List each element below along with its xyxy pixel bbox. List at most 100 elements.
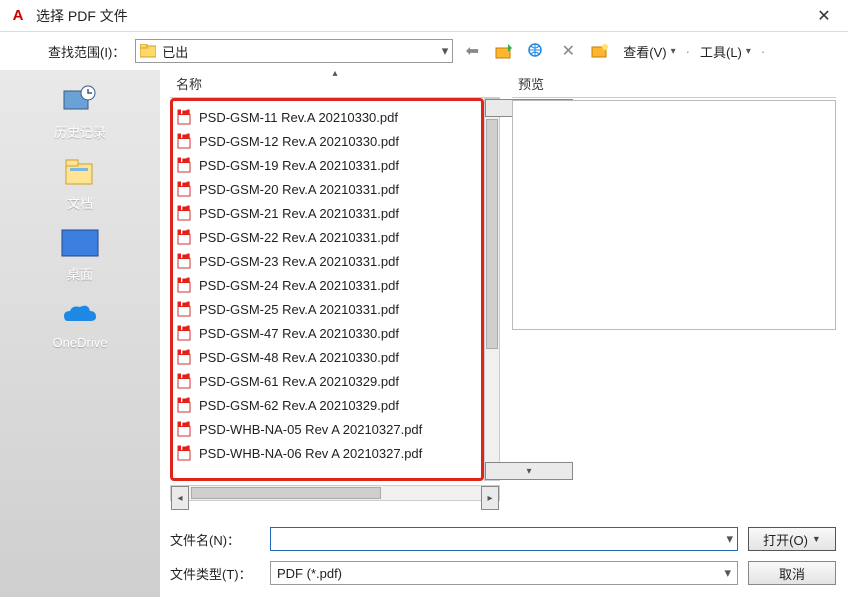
filetype-label: 文件类型(T)： (170, 564, 260, 583)
close-button[interactable]: ✕ (804, 2, 844, 30)
file-row[interactable]: PDFPSD-GSM-22 Rev.A 20210331.pdf (177, 225, 479, 249)
svg-text:PDF: PDF (180, 229, 193, 237)
svg-text:PDF: PDF (180, 181, 193, 189)
file-row[interactable]: PDFPSD-GSM-62 Rev.A 20210329.pdf (177, 393, 479, 417)
pdf-file-icon: PDF (177, 181, 193, 197)
column-header-preview-label: 预览 (518, 74, 544, 93)
preview-column: 预览 (512, 70, 836, 501)
file-name: PSD-GSM-21 Rev.A 20210331.pdf (199, 206, 399, 221)
view-menu-label: 查看(V) (623, 42, 666, 61)
sidebar-item-history[interactable]: 历史记录 (0, 84, 160, 141)
open-button[interactable]: 打开(O) ▼ (748, 527, 836, 551)
sidebar-item-documents[interactable]: 文档 (0, 155, 160, 212)
open-button-label: 打开(O) (763, 530, 808, 549)
tools-menu-button[interactable]: 工具(L) ▾ (696, 39, 755, 63)
filename-row: 文件名(N)： ▾ 打开(O) ▼ (170, 527, 836, 551)
documents-icon (59, 155, 101, 189)
new-folder-button[interactable] (587, 39, 613, 63)
file-row[interactable]: PDF PSD-GSM-21 Rev.A 20210331.pdf (177, 201, 479, 225)
column-header-preview: 预览 (512, 70, 836, 98)
pdf-file-icon: PDF (177, 253, 193, 269)
file-name: PSD-GSM-24 Rev.A 20210331.pdf (199, 278, 399, 293)
scroll-right-button[interactable]: ▸ (481, 486, 499, 510)
view-menu-button[interactable]: 查看(V) ▾ (619, 39, 679, 63)
sidebar-item-label: OneDrive (53, 335, 108, 350)
x-icon: ✕ (562, 41, 575, 61)
file-row[interactable]: PDF PSD-GSM-47 Rev.A 20210330.pdf (177, 321, 479, 345)
chevron-down-icon: ▾ (746, 46, 751, 57)
svg-text:PDF: PDF (180, 373, 193, 381)
scroll-thumb[interactable] (486, 119, 498, 349)
svg-text:PDF: PDF (180, 109, 193, 117)
svg-text:PDF: PDF (180, 277, 193, 285)
scroll-track[interactable] (485, 117, 499, 462)
dialog-body: 历史记录 文档 桌面 OneDrive (0, 70, 848, 597)
cancel-button[interactable]: 取消 (748, 561, 836, 585)
filetype-select[interactable]: PDF (*.pdf) ▾ (270, 561, 738, 585)
folder-icon (140, 44, 156, 58)
pdf-file-icon: PDF (177, 373, 193, 389)
file-name: PSD-GSM-12 Rev.A 20210330.pdf (199, 134, 399, 149)
bottom-fields: 文件名(N)： ▾ 打开(O) ▼ 文件类型(T)： PDF (*.pdf) ▾ (170, 527, 836, 585)
pdf-file-icon: PDF (177, 397, 193, 413)
pdf-file-icon: PDF (177, 445, 193, 461)
history-icon (59, 84, 101, 118)
back-button[interactable]: ⬅ (459, 39, 485, 63)
file-row[interactable]: PDF PSD-GSM-24 Rev.A 20210331.pdf (177, 273, 479, 297)
column-header-name[interactable]: ▴ 名称 (170, 70, 500, 98)
chevron-down-icon: ▼ (812, 534, 821, 544)
file-row[interactable]: PDFPSD-WHB-NA-05 Rev A 20210327.pdf (177, 417, 479, 441)
file-row[interactable]: PDF PSD-GSM-19 Rev.A 20210331.pdf (177, 153, 479, 177)
file-name: PSD-GSM-61 Rev.A 20210329.pdf (199, 374, 399, 389)
pdf-file-icon: PDF (177, 301, 193, 317)
up-folder-button[interactable] (491, 39, 517, 63)
web-button[interactable] (523, 39, 549, 63)
scroll-track[interactable] (189, 486, 481, 500)
svg-text:PDF: PDF (180, 205, 193, 213)
file-row[interactable]: PDFPSD-GSM-20 Rev.A 20210331.pdf (177, 177, 479, 201)
places-sidebar: 历史记录 文档 桌面 OneDrive (0, 70, 160, 597)
file-row[interactable]: PDF PSD-GSM-25 Rev.A 20210331.pdf (177, 297, 479, 321)
sidebar-item-label: 历史记录 (54, 122, 106, 141)
sidebar-item-onedrive[interactable]: OneDrive (0, 297, 160, 350)
file-name: PSD-GSM-47 Rev.A 20210330.pdf (199, 326, 399, 341)
svg-text:PDF: PDF (180, 157, 193, 165)
sidebar-item-label: 文档 (67, 193, 93, 212)
scroll-left-button[interactable]: ◂ (171, 486, 189, 510)
file-name: PSD-WHB-NA-05 Rev A 20210327.pdf (199, 422, 422, 437)
filename-input[interactable]: ▾ (270, 527, 738, 551)
sort-asc-icon: ▴ (332, 68, 337, 79)
file-row[interactable]: PDFPSD-GSM-48 Rev.A 20210330.pdf (177, 345, 479, 369)
scroll-thumb[interactable] (191, 487, 381, 499)
desktop-icon (59, 226, 101, 260)
sidebar-item-desktop[interactable]: 桌面 (0, 226, 160, 283)
file-name: PSD-GSM-23 Rev.A 20210331.pdf (199, 254, 399, 269)
file-name: PSD-GSM-19 Rev.A 20210331.pdf (199, 158, 399, 173)
chevron-down-icon: ▾ (726, 531, 733, 547)
file-row[interactable]: PDF PSD-WHB-NA-06 Rev A 20210327.pdf (177, 441, 479, 465)
look-in-combo[interactable]: 已出 ▾ (135, 39, 453, 63)
globe-search-icon (527, 42, 545, 60)
file-name: PSD-WHB-NA-06 Rev A 20210327.pdf (199, 446, 422, 461)
pdf-file-icon: PDF (177, 229, 193, 245)
arrow-left-icon: ⬅ (466, 41, 479, 61)
file-list[interactable]: PDFPSD-GSM-11 Rev.A 20210330.pdfPDFPSD-G… (170, 98, 484, 481)
file-row[interactable]: PDF PSD-GSM-23 Rev.A 20210331.pdf (177, 249, 479, 273)
file-name: PSD-GSM-25 Rev.A 20210331.pdf (199, 302, 399, 317)
list-area: ▴ 名称 PDFPSD-GSM-11 Rev.A 20210330.pdfPDF… (170, 70, 836, 501)
svg-text:PDF: PDF (180, 349, 193, 357)
horizontal-scrollbar[interactable]: ◂ ▸ (170, 485, 500, 501)
vertical-scrollbar[interactable]: ▴ ▾ (484, 98, 500, 481)
file-row[interactable]: PDFPSD-GSM-11 Rev.A 20210330.pdf (177, 105, 479, 129)
pdf-file-icon: PDF (177, 349, 193, 365)
column-header-name-label: 名称 (176, 74, 202, 93)
file-row[interactable]: PDFPSD-GSM-12 Rev.A 20210330.pdf (177, 129, 479, 153)
svg-text:PDF: PDF (180, 445, 193, 453)
file-column: ▴ 名称 PDFPSD-GSM-11 Rev.A 20210330.pdfPDF… (170, 70, 500, 501)
pdf-file-icon: PDF (177, 277, 193, 293)
delete-button[interactable]: ✕ (555, 39, 581, 63)
svg-text:PDF: PDF (180, 325, 193, 333)
title-bar: A 选择 PDF 文件 ✕ (0, 0, 848, 32)
file-row[interactable]: PDF PSD-GSM-61 Rev.A 20210329.pdf (177, 369, 479, 393)
svg-text:PDF: PDF (180, 301, 193, 309)
